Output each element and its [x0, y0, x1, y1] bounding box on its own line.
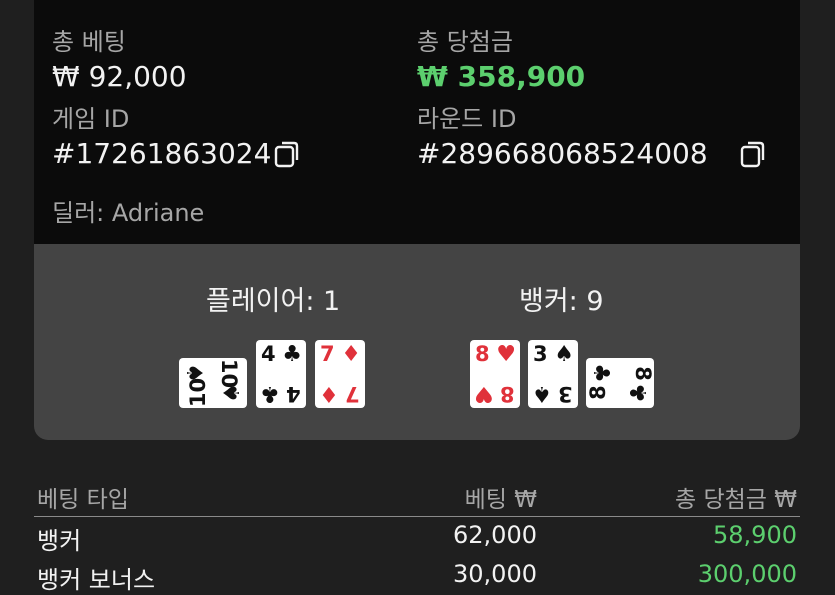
round-id-value: #289668068524008 [417, 137, 708, 170]
card-rank: 4 [261, 342, 276, 366]
copy-icon [740, 141, 765, 168]
game-id-value: #17261863024 [52, 137, 272, 170]
win-amount-cell: 58,900 [713, 521, 797, 549]
diamond-icon: ♦ [319, 381, 339, 406]
win-amount-cell: 300,000 [697, 560, 797, 588]
card-rank: 8 [500, 382, 515, 406]
heart-icon: ♥ [474, 381, 494, 406]
hands-area: 플레이어: 1 뱅커: 9 10 ♠ ♠ 10 4 ♣ ♣ 4 7 ♦ ♦ 7 … [34, 244, 800, 440]
player-hand-title: 플레이어: 1 [206, 286, 341, 317]
spade-icon: ♠ [554, 342, 574, 367]
bet-amount-cell: 62,000 [453, 521, 537, 549]
banker-card-3: 8 ♣ ♣ 8 [585, 358, 656, 408]
club-icon: ♣ [587, 363, 613, 383]
dealer-name: 딜러: Adriane [52, 199, 205, 227]
total-win-value: ₩ 358,900 [417, 60, 586, 93]
banker-hand-title: 뱅커: 9 [519, 286, 604, 317]
card-rank: 4 [286, 382, 301, 406]
table-row: 뱅커 보너스 30,000 300,000 [34, 556, 800, 594]
bet-type-cell: 뱅커 [37, 527, 82, 555]
card-rank: 10 [186, 377, 211, 408]
player-card-2: 4 ♣ ♣ 4 [256, 340, 306, 408]
diamond-icon: ♦ [341, 342, 361, 367]
club-icon: ♣ [282, 342, 302, 367]
card-rank: 8 [585, 385, 610, 400]
bet-type-cell: 뱅커 보너스 [37, 566, 156, 594]
card-rank: 3 [533, 342, 548, 366]
card-rank: 7 [320, 342, 335, 366]
card-rank: 3 [558, 382, 573, 406]
banker-card-2: 3 ♠ ♠ 3 [528, 340, 578, 408]
round-id-label: 라운드 ID [417, 105, 517, 133]
game-id-label: 게임 ID [52, 105, 130, 133]
total-win-label: 총 당첨금 [417, 28, 513, 56]
column-total-win: 총 당첨금 ₩ [674, 487, 797, 513]
copy-game-id-button[interactable] [274, 140, 300, 168]
column-bet-type: 베팅 타입 [37, 487, 129, 513]
club-icon: ♣ [627, 383, 653, 403]
card-rank: 7 [345, 382, 360, 406]
copy-icon [274, 141, 299, 168]
column-bet-amount: 베팅 ₩ [464, 487, 537, 513]
banker-card-1: 8 ♥ ♥ 8 [470, 340, 520, 408]
heart-icon: ♥ [496, 342, 516, 367]
player-card-3: 7 ♦ ♦ 7 [315, 340, 365, 408]
player-card-1: 10 ♠ ♠ 10 [179, 358, 247, 408]
bet-amount-cell: 30,000 [453, 560, 537, 588]
table-row: 뱅커 62,000 58,900 [34, 517, 800, 555]
card-rank: 8 [631, 366, 656, 381]
round-details-panel: 총 베팅 ₩ 92,000 총 당첨금 ₩ 358,900 게임 ID #172… [34, 0, 800, 440]
round-summary: 총 베팅 ₩ 92,000 총 당첨금 ₩ 358,900 게임 ID #172… [34, 0, 800, 244]
spade-icon: ♠ [220, 383, 246, 403]
card-rank: 8 [475, 342, 490, 366]
total-bet-value: ₩ 92,000 [52, 60, 187, 93]
copy-round-id-button[interactable] [740, 140, 766, 168]
club-icon: ♣ [260, 381, 280, 406]
spade-icon: ♠ [532, 381, 552, 406]
bets-table-header: 베팅 타입 베팅 ₩ 총 당첨금 ₩ [34, 478, 800, 517]
total-bet-label: 총 베팅 [52, 28, 126, 56]
